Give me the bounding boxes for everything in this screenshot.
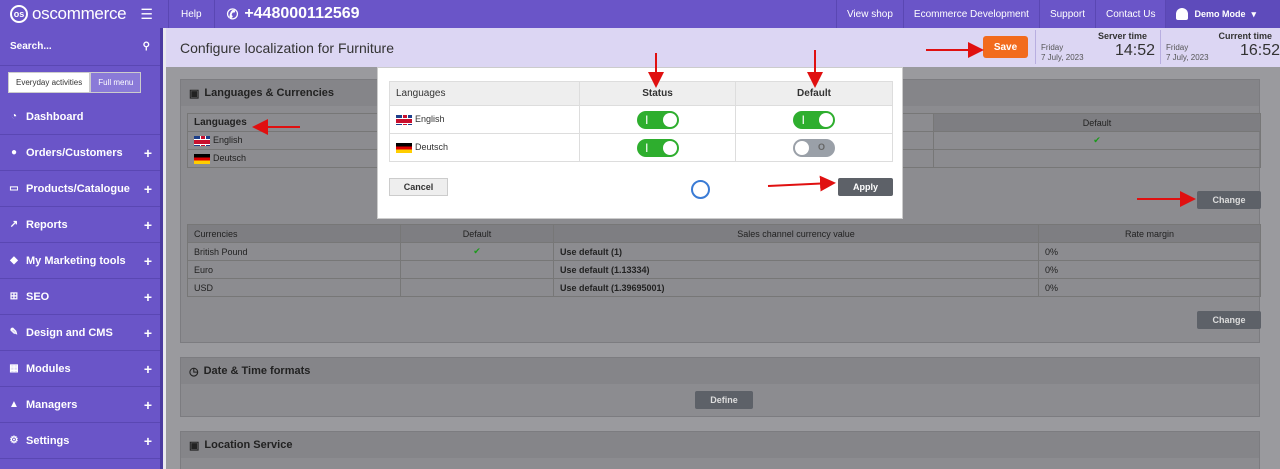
annotation-arrows [252,42,1196,207]
arrow-to-apply [767,175,836,192]
